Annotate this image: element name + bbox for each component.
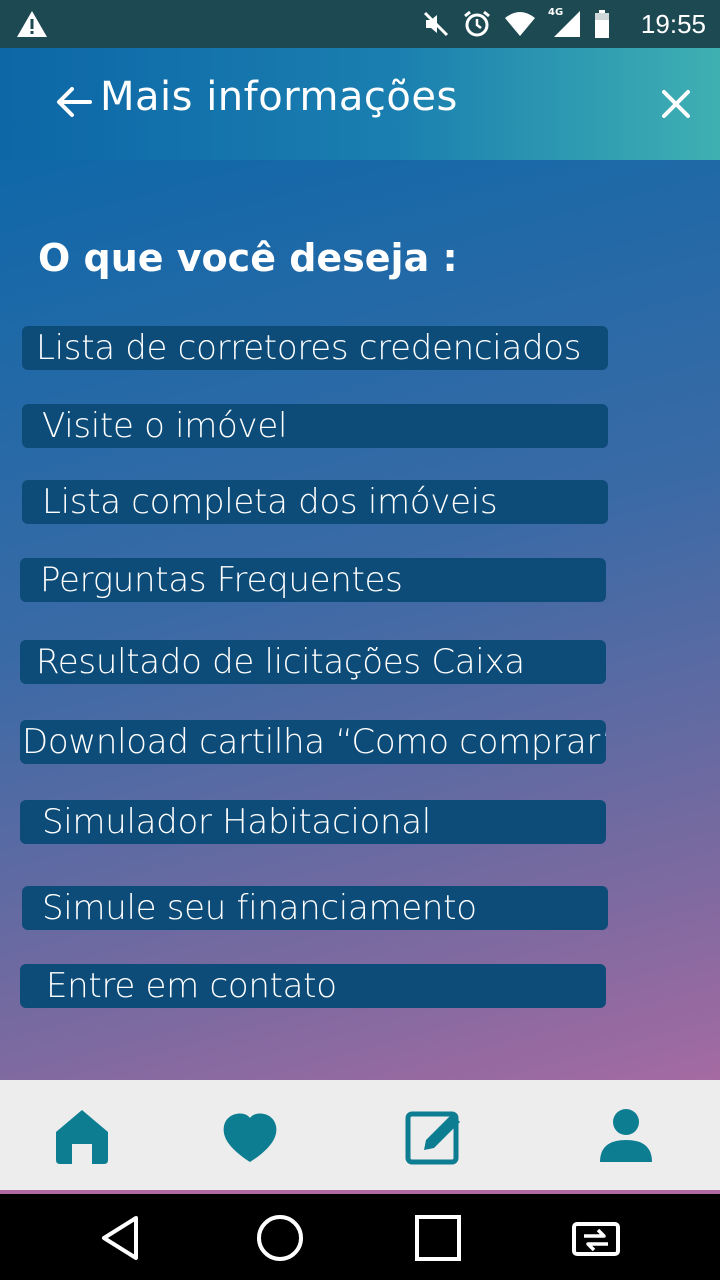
button-label: Download cartilha “Como comprar”	[22, 722, 606, 762]
button-label: Entre em contato	[46, 966, 337, 1006]
status-bar: 4G 19:55	[0, 0, 720, 48]
app-bar: Mais informações	[0, 48, 720, 160]
page-title: Mais informações	[100, 74, 458, 120]
full-property-list-button[interactable]: Lista completa dos imóveis	[22, 480, 608, 524]
home-icon[interactable]	[50, 1104, 114, 1168]
section-heading: O que você deseja :	[38, 236, 458, 280]
network-type: 4G	[548, 7, 564, 18]
warning-icon	[17, 11, 47, 37]
battery-icon	[595, 10, 609, 38]
button-label: Visite o imóvel	[42, 406, 288, 446]
person-icon[interactable]	[594, 1104, 658, 1168]
wifi-icon	[505, 12, 535, 36]
visit-property-button[interactable]: Visite o imóvel	[22, 404, 608, 448]
heart-icon[interactable]	[218, 1104, 282, 1168]
button-label: Resultado de licitações Caixa	[36, 642, 525, 682]
faq-button[interactable]: Perguntas Frequentes	[20, 558, 606, 602]
bottom-navigation	[0, 1080, 720, 1190]
cell-signal-icon: 4G	[548, 7, 582, 39]
back-triangle-icon[interactable]	[96, 1212, 148, 1264]
close-icon[interactable]	[656, 84, 696, 124]
mute-icon	[423, 11, 449, 37]
alarm-icon	[464, 10, 490, 37]
button-label: Lista completa dos imóveis	[42, 482, 498, 522]
recents-square-icon[interactable]	[412, 1212, 464, 1264]
button-label: Perguntas Frequentes	[40, 560, 403, 600]
system-navigation-bar	[0, 1194, 720, 1280]
clock: 19:55	[640, 9, 706, 39]
edit-icon[interactable]	[402, 1104, 466, 1168]
content-area: O que você deseja : Lista de corretores …	[0, 160, 720, 1080]
button-label: Simule seu financiamento	[42, 888, 477, 928]
back-arrow-icon[interactable]	[52, 80, 96, 124]
contact-button[interactable]: Entre em contato	[20, 964, 606, 1008]
brokers-list-button[interactable]: Lista de corretores credenciados	[22, 326, 608, 370]
status-icons: 4G	[422, 7, 610, 40]
button-label: Simulador Habitacional	[42, 802, 431, 842]
button-label: Lista de corretores credenciados	[36, 328, 582, 368]
download-guide-button[interactable]: Download cartilha “Como comprar”	[20, 720, 606, 764]
auction-results-button[interactable]: Resultado de licitações Caixa	[20, 640, 606, 684]
switch-app-icon[interactable]	[570, 1212, 622, 1264]
financing-simulator-button[interactable]: Simule seu financiamento	[22, 886, 608, 930]
home-circle-icon[interactable]	[254, 1212, 306, 1264]
housing-simulator-button[interactable]: Simulador Habitacional	[20, 800, 606, 844]
